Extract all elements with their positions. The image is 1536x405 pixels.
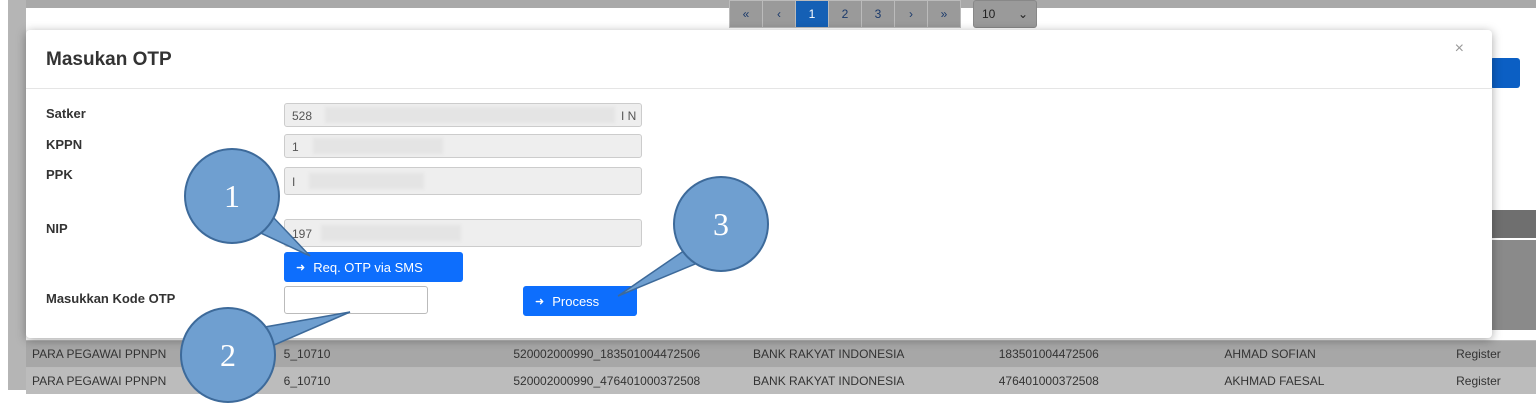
callout-number: 2 [220, 337, 236, 373]
callout-3: 3 [617, 176, 769, 297]
annotation-overlay: 1 2 3 [180, 148, 769, 403]
callout-1: 1 [184, 148, 311, 257]
callout-number: 3 [713, 206, 729, 242]
callout-2: 2 [180, 307, 351, 403]
callout-number: 1 [224, 178, 240, 214]
